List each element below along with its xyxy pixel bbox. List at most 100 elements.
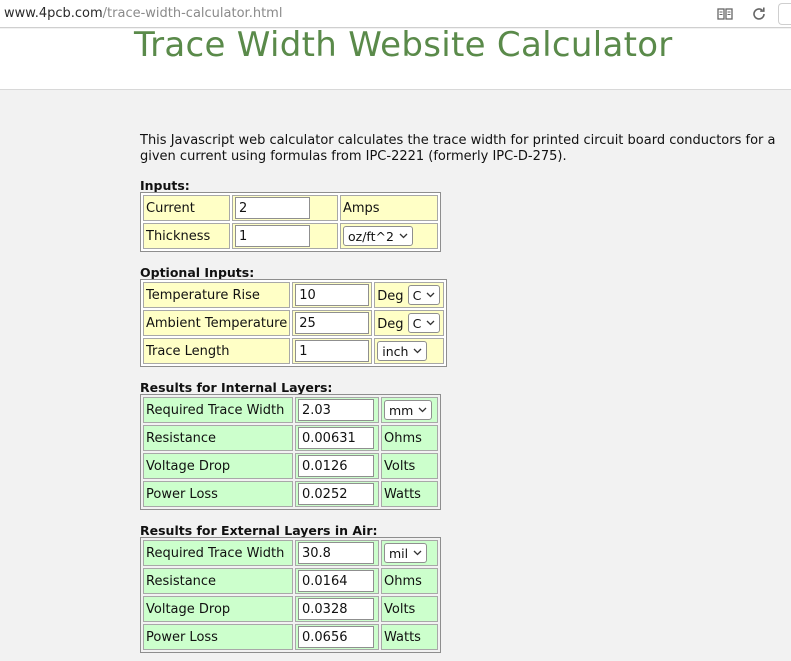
external-results-title: Results for External Layers in Air: [140, 523, 378, 538]
thickness-unit-select[interactable]: oz/ft^2 [343, 226, 413, 246]
optional-inputs-table: Temperature Rise Deg C Ambient Temperatu… [140, 279, 448, 367]
external-width-label: Required Trace Width [143, 540, 293, 566]
external-resistance-label: Resistance [143, 568, 293, 594]
ambient-temp-unit-prefix: Deg [377, 317, 404, 332]
table-row: Temperature Rise Deg C [143, 282, 445, 308]
internal-results-title: Results for Internal Layers: [140, 380, 333, 395]
external-resistance-unit: Ohms [381, 568, 438, 594]
current-unit: Amps [340, 195, 438, 221]
external-resistance-cell [295, 568, 379, 594]
external-power-loss-label: Power Loss [143, 624, 293, 650]
external-power-loss-unit: Watts [381, 624, 438, 650]
table-row: Required Trace Width mil [143, 540, 438, 566]
temp-rise-unit-cell: Deg C [374, 282, 445, 308]
internal-resistance-unit: Ohms [381, 425, 438, 451]
current-cell [232, 195, 338, 221]
ambient-temp-label: Ambient Temperature [143, 310, 291, 336]
internal-resistance-label: Resistance [143, 425, 293, 451]
chevron-down-icon [418, 407, 427, 413]
trace-length-label: Trace Length [143, 338, 291, 364]
current-input[interactable] [235, 197, 310, 219]
trace-length-unit-value: inch [382, 344, 409, 359]
internal-resistance-output[interactable] [298, 427, 374, 449]
internal-power-loss-label: Power Loss [143, 481, 293, 507]
current-label: Current [143, 195, 230, 221]
toolbar-edge [778, 3, 791, 25]
external-voltage-drop-label: Voltage Drop [143, 596, 293, 622]
internal-width-unit-select[interactable]: mm [384, 400, 433, 420]
reader-view-icon[interactable] [716, 5, 734, 23]
external-power-loss-output[interactable] [298, 626, 374, 648]
optional-inputs-title: Optional Inputs: [140, 265, 255, 280]
temp-rise-input[interactable] [295, 284, 370, 306]
temp-rise-label: Temperature Rise [143, 282, 291, 308]
temp-rise-unit-prefix: Deg [377, 289, 404, 304]
ambient-temp-unit-select[interactable]: C [407, 313, 441, 333]
ambient-temp-cell [292, 310, 373, 336]
internal-voltage-drop-label: Voltage Drop [143, 453, 293, 479]
reload-icon[interactable] [750, 5, 768, 23]
url-path: /trace-width-calculator.html [102, 6, 283, 21]
table-row: Voltage Drop Volts [143, 596, 438, 622]
internal-width-cell [295, 397, 379, 423]
internal-width-unit-value: mm [389, 403, 414, 418]
table-row: Power Loss Watts [143, 481, 438, 507]
trace-length-cell [292, 338, 373, 364]
table-row: Power Loss Watts [143, 624, 438, 650]
table-row: Voltage Drop Volts [143, 453, 438, 479]
temp-rise-unit-value: C [412, 288, 422, 303]
inputs-table: Current Amps Thickness oz/ft^2 [140, 192, 441, 252]
trace-length-input[interactable] [295, 340, 370, 362]
thickness-input[interactable] [235, 225, 310, 247]
external-width-unit-cell: mil [381, 540, 438, 566]
chevron-down-icon [413, 550, 422, 556]
url-text[interactable]: www.4pcb.com/trace-width-calculator.html [4, 6, 282, 21]
internal-power-loss-output[interactable] [298, 483, 374, 505]
internal-voltage-drop-cell [295, 453, 379, 479]
table-row: Resistance Ohms [143, 425, 438, 451]
external-voltage-drop-output[interactable] [298, 598, 374, 620]
external-width-cell [295, 540, 379, 566]
ambient-temp-input[interactable] [295, 312, 370, 334]
site-header: Trace Width Website Calculator [0, 25, 791, 90]
internal-power-loss-unit: Watts [381, 481, 438, 507]
url-host: www.4pcb.com [4, 6, 103, 21]
chevron-down-icon [399, 233, 408, 239]
internal-width-label: Required Trace Width [143, 397, 293, 423]
external-width-unit-value: mil [389, 546, 409, 561]
external-resistance-output[interactable] [298, 570, 374, 592]
table-row: Required Trace Width mm [143, 397, 438, 423]
temp-rise-cell [292, 282, 373, 308]
internal-voltage-drop-unit: Volts [381, 453, 438, 479]
table-row: Current Amps [143, 195, 438, 221]
chevron-down-icon [426, 320, 435, 326]
internal-width-unit-cell: mm [381, 397, 438, 423]
intro-text: This Javascript web calculator calculate… [140, 133, 776, 164]
internal-voltage-drop-output[interactable] [298, 455, 374, 477]
ambient-temp-unit-cell: Deg C [374, 310, 445, 336]
external-width-unit-select[interactable]: mil [384, 543, 428, 563]
trace-length-unit-select[interactable]: inch [377, 341, 428, 361]
internal-width-output[interactable] [298, 399, 374, 421]
thickness-unit-cell: oz/ft^2 [340, 223, 438, 249]
thickness-label: Thickness [143, 223, 230, 249]
thickness-cell [232, 223, 338, 249]
external-voltage-drop-cell [295, 596, 379, 622]
thickness-unit-value: oz/ft^2 [348, 229, 394, 244]
external-power-loss-cell [295, 624, 379, 650]
internal-resistance-cell [295, 425, 379, 451]
table-row: Ambient Temperature Deg C [143, 310, 445, 336]
chevron-down-icon [426, 292, 435, 298]
internal-power-loss-cell [295, 481, 379, 507]
temp-rise-unit-select[interactable]: C [407, 285, 441, 305]
table-row: Trace Length inch [143, 338, 445, 364]
trace-length-unit-cell: inch [374, 338, 445, 364]
address-bar[interactable]: www.4pcb.com/trace-width-calculator.html [0, 0, 791, 28]
inputs-title: Inputs: [140, 178, 190, 193]
page-title: Trace Width Website Calculator [134, 25, 673, 65]
external-width-output[interactable] [298, 542, 374, 564]
ambient-temp-unit-value: C [412, 316, 422, 331]
table-row: Resistance Ohms [143, 568, 438, 594]
internal-results-table: Required Trace Width mm Resistance Ohms … [140, 394, 441, 510]
chevron-down-icon [413, 348, 422, 354]
